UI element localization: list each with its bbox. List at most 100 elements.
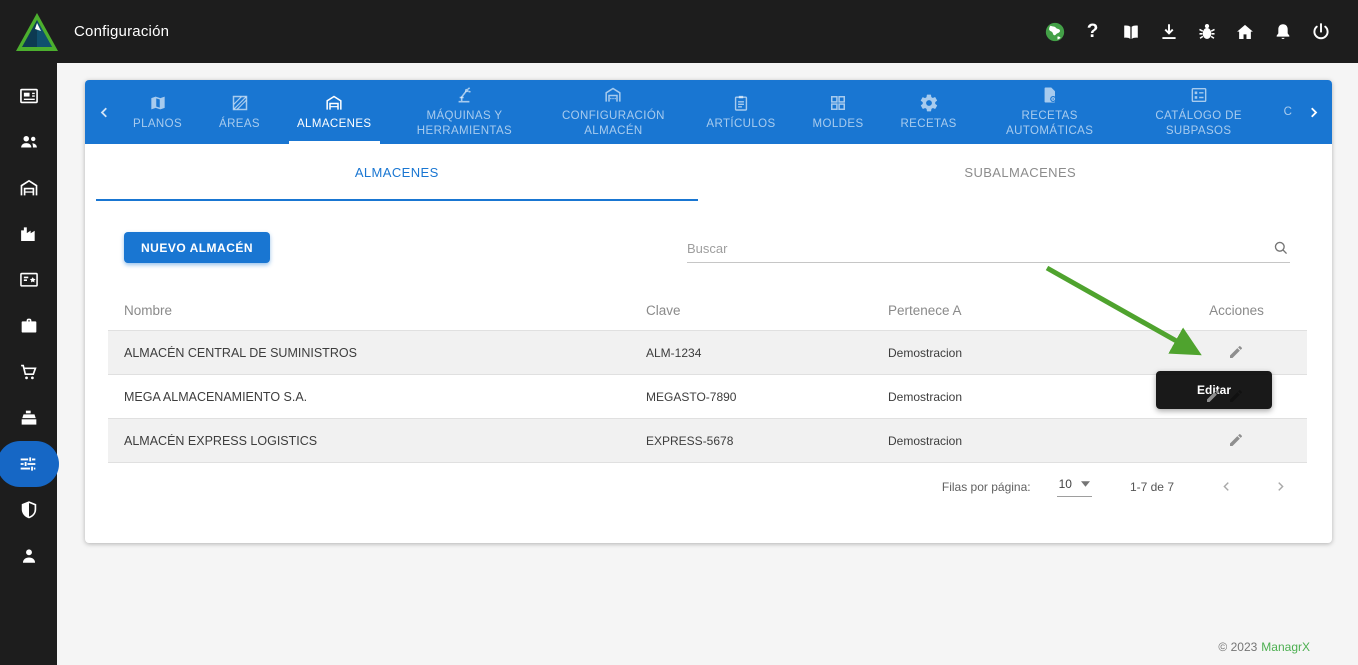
doc-gear-icon (1040, 85, 1060, 105)
subtabs: ALMACENES SUBALMACENES (85, 144, 1332, 201)
footer: © 2023 ManagrX (1218, 640, 1310, 654)
tab-configuracion-almacen[interactable]: CONFIGURACIÓN ALMACÉN (547, 80, 679, 144)
robot-arm-icon (454, 85, 474, 105)
brand-link[interactable]: ManagrX (1261, 640, 1310, 654)
cell-clave: ALM-1234 (630, 346, 872, 360)
table-row[interactable]: MEGA ALMACENAMIENTO S.A. MEGASTO-7890 De… (108, 375, 1307, 419)
factory-icon (18, 223, 40, 245)
app-logo (0, 10, 74, 54)
catalog-icon (1189, 85, 1209, 105)
app-window: Configuración ? (0, 0, 1358, 665)
copyright-text: © 2023 (1218, 640, 1257, 654)
toolbar: NUEVO ALMACÉN (85, 223, 1332, 263)
search-icon[interactable] (1272, 239, 1290, 257)
cart-icon (18, 361, 40, 383)
news-icon (18, 85, 40, 107)
cash-register-icon (18, 407, 40, 429)
notifications-bell-icon[interactable] (1271, 20, 1294, 43)
chevron-left-icon (96, 104, 113, 121)
sidebar-item-news[interactable] (0, 73, 57, 119)
warehouse-icon (324, 93, 344, 113)
pencil-icon (1228, 344, 1244, 360)
search-field (687, 239, 1290, 263)
certificate-icon (18, 269, 40, 291)
globe-icon[interactable] (1043, 20, 1066, 43)
home-icon[interactable] (1233, 20, 1256, 43)
cell-pertenece: Demostracion (872, 434, 1162, 448)
tab-catalogo-subpasos[interactable]: CATÁLOGO DE SUBPASOS (1133, 80, 1265, 144)
topbar-actions: ? (1043, 20, 1358, 43)
cell-pertenece: Demostracion (872, 346, 1162, 360)
tab-overflow-partial[interactable]: C (1282, 80, 1294, 144)
users-icon (18, 131, 40, 153)
tab-recetas-automaticas[interactable]: RECETAS AUTOMÁTICAS (984, 80, 1116, 144)
tabs-scroll-right-button[interactable] (1294, 80, 1332, 144)
cell-clave: MEGASTO-7890 (630, 390, 872, 404)
tune-icon (17, 453, 39, 475)
shield-icon (18, 499, 40, 521)
sidebar-item-register[interactable] (0, 395, 57, 441)
edit-button[interactable] (1228, 344, 1245, 361)
table-row[interactable]: ALMACÉN CENTRAL DE SUMINISTROS ALM-1234 … (108, 331, 1307, 375)
logo-triangle-icon (14, 10, 60, 54)
sidebar-item-certificate[interactable] (0, 257, 57, 303)
module-tabs: PLANOS ÁREAS ALMACENES MÁQUINAS Y HERRAM… (123, 80, 1294, 144)
sidebar-item-factory[interactable] (0, 211, 57, 257)
tab-areas[interactable]: ÁREAS (209, 80, 270, 144)
topbar: Configuración ? (0, 0, 1358, 63)
chevron-left-icon (1218, 478, 1235, 495)
bug-icon[interactable] (1195, 20, 1218, 43)
sidebar-item-users[interactable] (0, 119, 57, 165)
cell-nombre: ALMACÉN EXPRESS LOGISTICS (108, 434, 630, 448)
subtab-subalmacenes[interactable]: SUBALMACENES (709, 144, 1333, 201)
power-icon[interactable] (1309, 20, 1332, 43)
area-icon (230, 93, 250, 113)
sidebar-item-configuration[interactable] (0, 441, 59, 487)
sidebar-item-security[interactable] (0, 487, 57, 533)
manual-book-icon[interactable] (1119, 20, 1142, 43)
next-page-button[interactable] (1272, 478, 1290, 496)
module-tabbar: PLANOS ÁREAS ALMACENES MÁQUINAS Y HERRAM… (85, 80, 1332, 144)
pencil-icon (1205, 388, 1222, 405)
sidebar-item-cart[interactable] (0, 349, 57, 395)
subtab-almacenes[interactable]: ALMACENES (85, 144, 709, 201)
previous-page-button[interactable] (1218, 478, 1236, 496)
tab-planos[interactable]: PLANOS (123, 80, 192, 144)
pencil-icon (1228, 432, 1244, 448)
sidebar-item-warehouse[interactable] (0, 165, 57, 211)
help-icon[interactable]: ? (1081, 20, 1104, 43)
sidebar-item-briefcase[interactable] (0, 303, 57, 349)
page-title: Configuración (74, 23, 169, 40)
chevron-right-icon (1272, 478, 1289, 495)
rows-per-page-label: Filas por página: (942, 480, 1031, 494)
edit-button[interactable] (1228, 432, 1245, 449)
download-icon[interactable] (1157, 20, 1180, 43)
warehouses-table: Nombre Clave Pertenece A Acciones ALMACÉ… (108, 290, 1307, 463)
grid-icon (828, 93, 848, 113)
sidebar-item-profile[interactable] (0, 533, 57, 579)
pagination: Filas por página: 10 1-7 de 7 (85, 477, 1332, 497)
tab-recetas[interactable]: RECETAS (890, 80, 966, 144)
clipboard-icon (731, 93, 751, 113)
warehouse-icon (18, 177, 40, 199)
col-header-acciones: Acciones (1162, 303, 1307, 318)
tab-almacenes[interactable]: ALMACENES (287, 80, 382, 144)
cell-clave: EXPRESS-5678 (630, 434, 872, 448)
cell-pertenece: Demostracion (872, 390, 1162, 404)
col-header-pertenece: Pertenece A (872, 303, 1162, 318)
caret-down-icon (1081, 481, 1090, 487)
cell-nombre: ALMACÉN CENTRAL DE SUMINISTROS (108, 346, 630, 360)
table-row[interactable]: ALMACÉN EXPRESS LOGISTICS EXPRESS-5678 D… (108, 419, 1307, 463)
chevron-right-icon (1305, 104, 1322, 121)
search-input[interactable] (687, 241, 1272, 256)
gear-icon (919, 93, 939, 113)
tab-articulos[interactable]: ARTÍCULOS (696, 80, 785, 144)
tabs-scroll-left-button[interactable] (85, 80, 123, 144)
col-header-nombre: Nombre (108, 303, 630, 318)
tab-moldes[interactable]: MOLDES (803, 80, 874, 144)
col-header-clave: Clave (630, 303, 872, 318)
cell-nombre: MEGA ALMACENAMIENTO S.A. (108, 390, 630, 404)
new-warehouse-button[interactable]: NUEVO ALMACÉN (124, 232, 270, 263)
rows-per-page-select[interactable]: 10 (1057, 477, 1092, 497)
tab-maquinas-herramientas[interactable]: MÁQUINAS Y HERRAMIENTAS (398, 80, 530, 144)
